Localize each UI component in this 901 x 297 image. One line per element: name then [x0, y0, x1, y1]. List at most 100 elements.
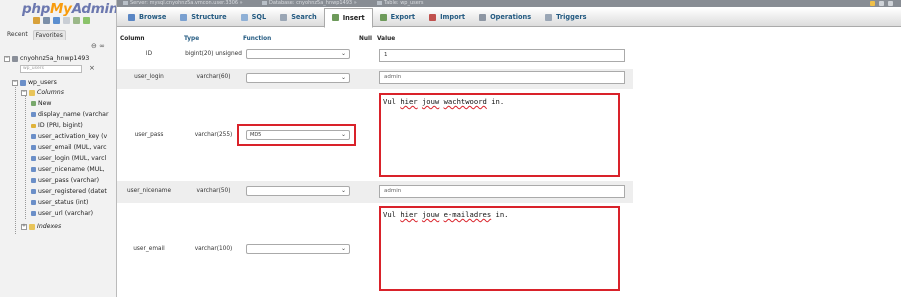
breadcrumb-text: Database: cnyohnz5a_hnwp1493 »: [269, 0, 357, 6]
tab-export[interactable]: Export: [373, 8, 422, 27]
tree-column-item[interactable]: user_pass (varchar): [31, 177, 99, 184]
tree-connector: [15, 84, 16, 234]
tree-column-item[interactable]: user_activation_key (v: [31, 133, 107, 140]
column-label: user_login (MUL, varcl: [38, 155, 107, 162]
recent-tab[interactable]: Recent: [5, 30, 30, 40]
column-name: user_pass: [134, 132, 164, 138]
breadcrumb-table[interactable]: Table: wp_users: [377, 0, 423, 7]
column-name: user_login: [134, 74, 164, 80]
gear-icon[interactable]: [879, 1, 884, 6]
docs-icon[interactable]: [63, 17, 70, 24]
header-type[interactable]: Type: [184, 36, 199, 42]
tree-new-column[interactable]: New: [31, 100, 52, 107]
table-row: user_login varchar(60) ⌄ admin: [117, 69, 633, 89]
column-label: user_status (int): [38, 199, 89, 206]
tree-db[interactable]: − cnyohnz5a_hnwp1493: [4, 55, 89, 62]
breadcrumb-database[interactable]: Database: cnyohnz5a_hnwp1493 »: [262, 0, 357, 7]
table-filter-input[interactable]: wp_users: [20, 65, 82, 73]
function-select[interactable]: MD5 ⌄: [246, 130, 350, 140]
tab-label: Triggers: [556, 13, 587, 21]
email-textarea[interactable]: Vul hier jouw e-mailadres in.: [379, 206, 620, 291]
new-column-label: New: [38, 100, 52, 107]
tree-column-item[interactable]: user_status (int): [31, 199, 88, 206]
value-input[interactable]: 1: [379, 49, 625, 62]
column-icon: [31, 134, 36, 139]
tab-browse[interactable]: Browse: [121, 8, 173, 27]
server-icon: [123, 0, 128, 5]
header-column: Column: [120, 36, 145, 42]
sql-icon: [240, 13, 248, 21]
collapse-all-icon[interactable]: ⊖ ∞: [91, 42, 105, 50]
tree-column-item[interactable]: user_url (varchar): [31, 210, 93, 217]
chevron-down-icon: ⌄: [340, 245, 346, 252]
tab-sql[interactable]: SQL: [234, 8, 274, 27]
tree-column-item[interactable]: user_email (MUL, varc: [31, 144, 107, 151]
clear-filter-icon[interactable]: ×: [89, 64, 95, 72]
function-select[interactable]: ⌄: [246, 186, 350, 196]
table-menu: Browse Structure SQL Search Insert Expor…: [117, 7, 901, 28]
column-icon: [31, 200, 36, 205]
column-icon: [31, 145, 36, 150]
home-icon[interactable]: [33, 17, 40, 24]
quick-links: [33, 17, 90, 24]
settings-icon[interactable]: [870, 1, 875, 6]
settings-icon[interactable]: [73, 17, 80, 24]
table-row: ID bigint(20) unsigned ⌄ 1: [117, 44, 633, 69]
breadcrumb-text: Table: wp_users: [384, 0, 424, 6]
value-word: Vul: [383, 97, 396, 106]
tab-search[interactable]: Search: [273, 8, 324, 27]
collapse-db-icon[interactable]: −: [4, 55, 10, 62]
tab-triggers[interactable]: Triggers: [538, 8, 593, 27]
column-label: user_pass (varchar): [38, 177, 100, 184]
header-function[interactable]: Function: [243, 36, 271, 42]
function-select[interactable]: ⌄: [246, 49, 350, 59]
value-input[interactable]: admin: [379, 185, 625, 198]
breadcrumb-text: Server: mysql.cnyohnz5a.vmcon.user.3306 …: [130, 0, 243, 6]
tree-indexes-folder[interactable]: + Indexes: [21, 223, 61, 230]
tree-column-item[interactable]: ID (PRI, bigint): [31, 122, 83, 129]
reload-icon[interactable]: [83, 17, 90, 24]
favorites-tab[interactable]: Favorites: [32, 30, 66, 40]
search-icon: [280, 13, 288, 21]
breadcrumb-server[interactable]: Server: mysql.cnyohnz5a.vmcon.user.3306 …: [123, 0, 243, 7]
table-row: user_email varchar(100) ⌄ Vul hier jouw …: [117, 203, 633, 297]
logout-icon[interactable]: [43, 17, 50, 24]
password-textarea[interactable]: Vul hier jouw wachtwoord in.: [379, 93, 620, 177]
tab-import[interactable]: Import: [422, 8, 472, 27]
db-name: cnyohnz5a_hnwp1493: [20, 55, 90, 62]
value-input[interactable]: admin: [379, 71, 625, 84]
tree-columns-folder[interactable]: − Columns: [21, 89, 64, 96]
table-row: user_pass varchar(255) MD5 ⌄ Vul hier jou…: [117, 89, 633, 181]
breadcrumb-bar: Server: mysql.cnyohnz5a.vmcon.user.3306 …: [117, 0, 901, 7]
tab-structure[interactable]: Structure: [173, 8, 233, 27]
header-value: Value: [377, 36, 396, 42]
import-icon: [429, 13, 437, 21]
tree-column-item[interactable]: display_name (varchar: [31, 111, 109, 118]
tree-table-wp-users[interactable]: − wp_users: [12, 79, 57, 86]
column-label: user_url (varchar): [38, 210, 94, 217]
phpmyadmin-logo[interactable]: phpMyAdmin: [22, 1, 116, 17]
tab-insert[interactable]: Insert: [323, 7, 373, 28]
insert-form: Column Type Function Null Value ID bigin…: [117, 28, 901, 297]
columns-label: Columns: [37, 89, 64, 96]
insert-icon: [331, 14, 339, 21]
column-name: user_email: [133, 246, 165, 252]
tree-column-item[interactable]: user_nicename (MUL,: [31, 166, 105, 173]
column-label: user_activation_key (v: [38, 133, 108, 140]
tab-operations[interactable]: Operations: [472, 8, 538, 27]
collapse-table-icon[interactable]: −: [12, 79, 18, 86]
operations-icon: [479, 13, 487, 21]
indexes-label: Indexes: [37, 223, 62, 230]
tree-column-item[interactable]: user_registered (datet: [31, 188, 107, 195]
value-word: e-mailadres: [443, 210, 492, 219]
tab-label: SQL: [251, 13, 267, 21]
tree-column-item[interactable]: user_login (MUL, varcl: [31, 155, 106, 162]
function-value: MD5: [250, 132, 262, 138]
expand-indexes-icon[interactable]: +: [21, 223, 27, 230]
expand-icon[interactable]: [888, 1, 893, 6]
function-select[interactable]: ⌄: [246, 73, 350, 83]
collapse-columns-icon[interactable]: −: [21, 89, 27, 96]
table-icon: [377, 0, 382, 5]
help-icon[interactable]: [53, 17, 60, 24]
function-select[interactable]: ⌄: [246, 244, 350, 254]
